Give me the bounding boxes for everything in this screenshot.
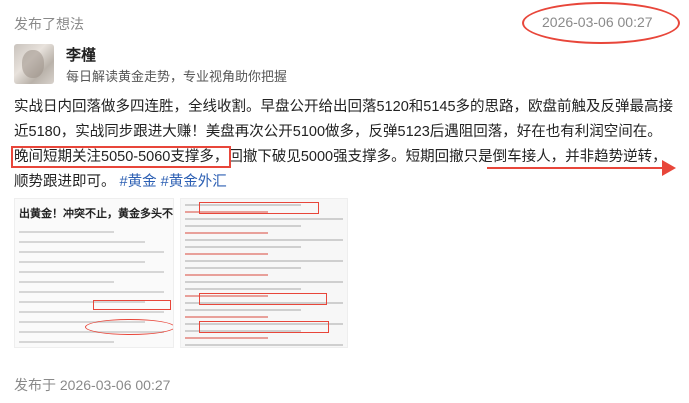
- annotation-arrow-icon: [662, 160, 676, 176]
- post-image-1[interactable]: 出黄金！冲突不止，黄金多头不止: [14, 198, 174, 348]
- avatar[interactable]: [14, 44, 54, 84]
- annotation-arrow-line: [487, 167, 665, 169]
- tag-gold[interactable]: #黄金: [120, 174, 157, 190]
- published-label: 发布于: [14, 377, 56, 393]
- image-annotation-oval: [85, 319, 173, 335]
- author-bio: 每日解读黄金走势，专业视角助你把握: [66, 69, 288, 84]
- image-annotation-box: [199, 321, 329, 333]
- image-annotation-box: [199, 202, 319, 214]
- image-heading: 出黄金！冲突不止，黄金多头不止: [19, 208, 174, 220]
- post-image-2[interactable]: [180, 198, 348, 348]
- post-action-label: 发布了想法: [14, 16, 84, 32]
- timestamp-annotation-circle: [522, 2, 680, 44]
- image-annotation-box: [199, 293, 327, 305]
- published-timestamp: 2026-03-06 00:27: [59, 377, 171, 393]
- post-text-part1: 实战日内回落做多四连胜，全线收割。早盘公开给出回落5120和5145多的思路，欧…: [14, 99, 674, 140]
- published-time: 发布于 2026-03-06 00:27: [14, 375, 170, 395]
- image-annotation-box: [93, 300, 171, 310]
- tag-gold-forex[interactable]: #黄金外汇: [161, 174, 227, 190]
- post-body: 实战日内回落做多四连胜，全线收割。早盘公开给出回落5120和5145多的思路，欧…: [10, 95, 676, 195]
- author-name[interactable]: 李槿: [66, 44, 96, 65]
- post-highlight: 晚间短期关注5050-5060支撑多，: [10, 146, 232, 168]
